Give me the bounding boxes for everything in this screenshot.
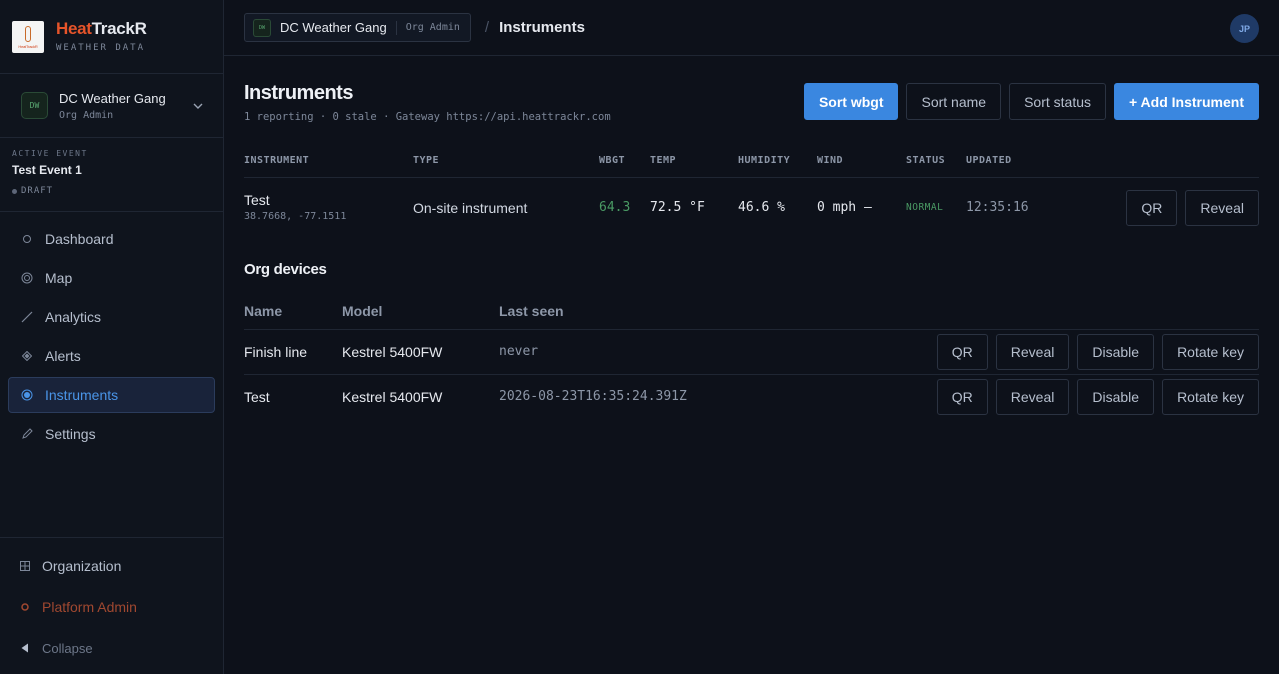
disable-button[interactable]: Disable [1077, 379, 1155, 415]
brand-title: HeatTrackR [56, 19, 147, 38]
nav-item-alerts[interactable]: Alerts [8, 338, 215, 374]
table-row[interactable]: Test 38.7668, -77.1511 On-site instrumen… [244, 178, 1259, 238]
active-event-label: ACTIVE EVENT [12, 149, 88, 158]
org-avatar: DW [21, 92, 48, 119]
disable-button[interactable]: Disable [1077, 334, 1155, 370]
sort-status-button[interactable]: Sort status [1009, 83, 1106, 120]
sidebar: HeatTrackR HeatTrackR WEATHER DATA DW DC… [0, 0, 224, 674]
instrument-updated: 12:35:16 [966, 200, 1029, 215]
column-header: WBGT [599, 155, 626, 166]
device-last-seen: 2026-08-23T16:35:24.391Z [499, 389, 687, 404]
instrument-coordinates: 38.7668, -77.1511 [244, 211, 347, 222]
reveal-button[interactable]: Reveal [995, 379, 1070, 415]
topbar: DW DC Weather Gang Org Admin / Instrumen… [224, 0, 1279, 56]
add-instrument-button[interactable]: + Add Instrument [1114, 83, 1259, 120]
grid-icon [20, 561, 30, 571]
instrument-wind: 0 mph — [817, 200, 872, 215]
device-model: Kestrel 5400FW [342, 344, 443, 360]
chevron-down-icon [193, 103, 203, 109]
breadcrumb-current: Instruments [499, 19, 585, 36]
column-header: STATUS [906, 155, 946, 166]
platform-admin-link[interactable]: Platform Admin [0, 589, 223, 625]
rotate-key-button[interactable]: Rotate key [1162, 379, 1259, 415]
main-nav: Dashboard Map Analytics Alerts Instrumen… [0, 212, 223, 452]
active-event[interactable]: ACTIVE EVENT Test Event 1 DRAFT [0, 138, 223, 212]
nav-item-instruments[interactable]: Instruments [8, 377, 215, 413]
instrument-name: Test [244, 192, 270, 208]
instrument-wbgt: 64.3 [599, 200, 631, 215]
breadcrumb-org-role: Org Admin [405, 22, 460, 33]
breadcrumb-org[interactable]: DW DC Weather Gang Org Admin [244, 13, 471, 42]
table-row[interactable]: Finish line Kestrel 5400FW never QR Reve… [244, 330, 1259, 375]
nav-item-map[interactable]: Map [8, 260, 215, 296]
column-header: Model [342, 303, 383, 319]
qr-button[interactable]: QR [936, 334, 988, 370]
nav-item-analytics[interactable]: Analytics [8, 299, 215, 335]
instruments-table-header: INSTRUMENT TYPE WBGT TEMP HUMIDITY WIND … [244, 150, 1259, 178]
diamond-icon [21, 350, 33, 362]
section-title-org-devices: Org devices [244, 261, 327, 278]
devices-table: Name Model Last seen Finish line Kestrel… [244, 298, 1259, 420]
column-header: TYPE [413, 155, 440, 166]
logo-icon: HeatTrackR [12, 20, 44, 53]
radio-dot-icon [21, 389, 33, 401]
nav-item-dashboard[interactable]: Dashboard [8, 221, 215, 257]
organization-link[interactable]: Organization [0, 548, 223, 584]
page-subtitle: 1 reporting · 0 stale · Gateway https://… [244, 111, 611, 123]
qr-button[interactable]: QR [1126, 190, 1178, 226]
event-status-badge: DRAFT [12, 186, 211, 196]
nav-item-settings[interactable]: Settings [8, 416, 215, 452]
instrument-humidity: 46.6 % [738, 200, 785, 215]
brand[interactable]: HeatTrackR HeatTrackR WEATHER DATA [0, 0, 223, 74]
org-role: Org Admin [59, 109, 114, 121]
collapse-button[interactable]: Collapse [0, 630, 223, 666]
sort-name-button[interactable]: Sort name [906, 83, 1002, 120]
sidebar-footer: Organization Platform Admin Collapse [0, 537, 223, 671]
column-header: TEMP [650, 155, 677, 166]
reveal-button[interactable]: Reveal [1185, 190, 1259, 226]
circle-icon [21, 233, 33, 245]
instruments-table: INSTRUMENT TYPE WBGT TEMP HUMIDITY WIND … [244, 150, 1259, 238]
page-title: Instruments [244, 82, 353, 104]
device-name: Finish line [244, 344, 308, 360]
brand-subtitle: WEATHER DATA [56, 43, 146, 53]
device-model: Kestrel 5400FW [342, 389, 443, 405]
instrument-temp: 72.5 °F [650, 200, 705, 215]
device-name: Test [244, 389, 270, 405]
qr-button[interactable]: QR [936, 379, 988, 415]
reveal-button[interactable]: Reveal [995, 334, 1070, 370]
column-header: Last seen [499, 303, 564, 319]
breadcrumb-org-name: DC Weather Gang [280, 20, 387, 35]
column-header: WIND [817, 155, 844, 166]
toolbar: Sort wbgt Sort name Sort status + Add In… [803, 83, 1259, 120]
trend-line-icon [21, 311, 33, 323]
column-header: Name [244, 303, 283, 319]
gear-icon [20, 602, 30, 612]
org-switcher[interactable]: DW DC Weather Gang Org Admin [0, 74, 223, 138]
column-header: HUMIDITY [738, 155, 791, 166]
device-last-seen: never [499, 344, 539, 359]
sort-wbgt-button[interactable]: Sort wbgt [803, 83, 899, 120]
rotate-key-button[interactable]: Rotate key [1162, 334, 1259, 370]
pencil-icon [21, 428, 33, 440]
instrument-type: On-site instrument [413, 200, 528, 216]
org-avatar-small: DW [253, 18, 271, 37]
user-avatar[interactable]: JP [1230, 14, 1259, 43]
column-header: INSTRUMENT [244, 155, 310, 166]
active-event-name: Test Event 1 [12, 163, 82, 177]
breadcrumb-separator: / [484, 19, 490, 36]
triangle-left-icon [20, 643, 30, 653]
table-row[interactable]: Test Kestrel 5400FW 2026-08-23T16:35:24.… [244, 375, 1259, 420]
column-header: UPDATED [966, 155, 1012, 166]
status-badge: NORMAL [906, 202, 944, 213]
org-name: DC Weather Gang [59, 90, 166, 106]
target-icon [21, 272, 33, 284]
devices-table-header: Name Model Last seen [244, 298, 1259, 330]
